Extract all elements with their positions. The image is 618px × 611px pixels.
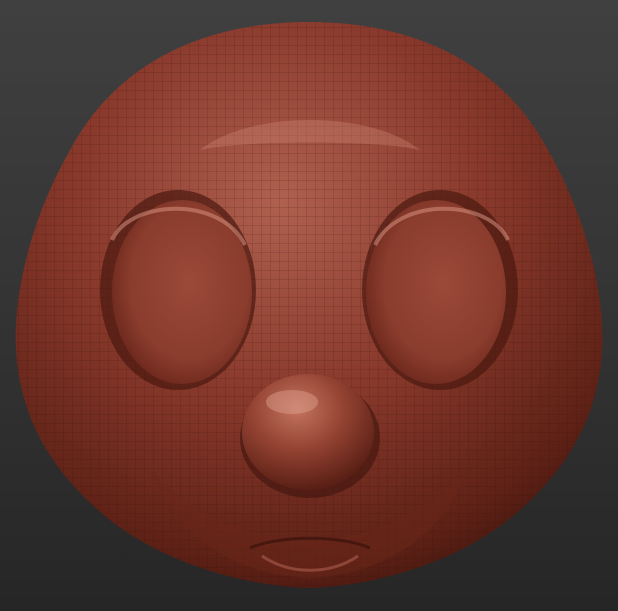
sculpt-viewport[interactable]	[0, 0, 618, 611]
head-model[interactable]	[0, 0, 618, 611]
wireframe-overlay	[15, 22, 603, 588]
right-eye-socket	[362, 190, 518, 390]
left-eye-socket	[100, 190, 256, 390]
